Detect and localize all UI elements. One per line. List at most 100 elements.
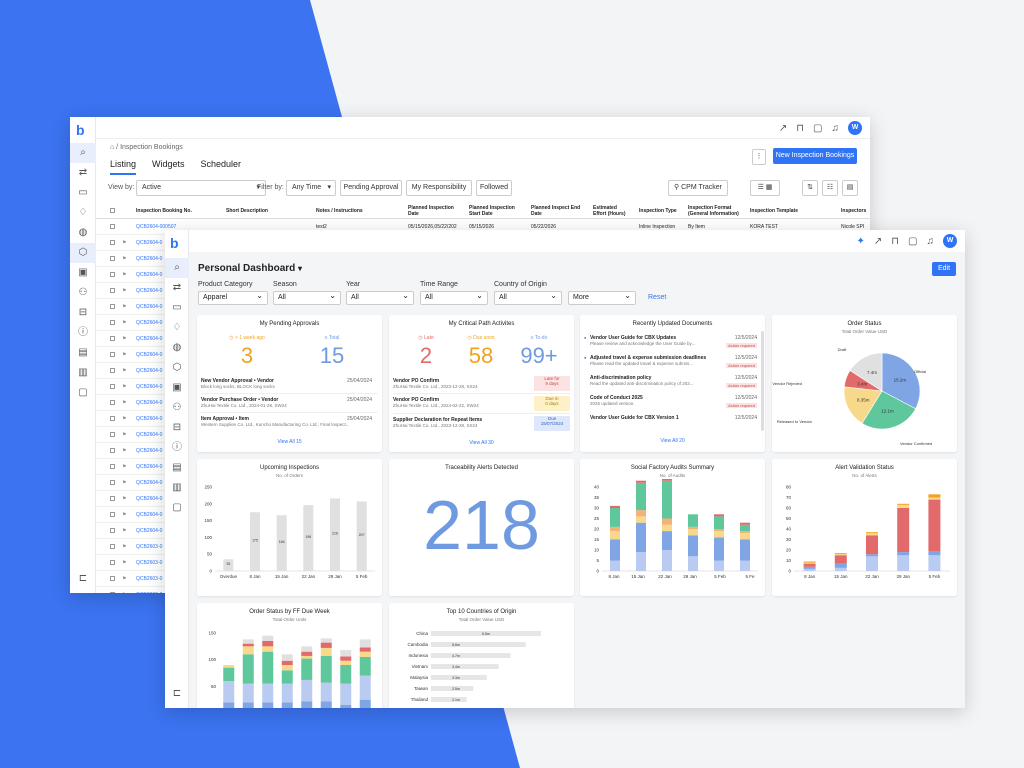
row-checkbox[interactable]: [110, 512, 115, 517]
metric-value[interactable]: 99+: [512, 343, 566, 369]
collapse-sidebar-icon[interactable]: ⊏: [165, 684, 189, 704]
col-effort[interactable]: Estimated Effort (Hours): [593, 205, 629, 217]
reset-link[interactable]: Reset: [648, 294, 666, 301]
clipboard-icon[interactable]: ▣: [165, 378, 189, 398]
info-icon[interactable]: ⓘ: [70, 323, 96, 343]
booking-no-link[interactable]: QCB2604-0: [136, 272, 162, 278]
metric-value[interactable]: 3: [217, 343, 277, 369]
row-checkbox[interactable]: [110, 240, 115, 245]
col-planned-date[interactable]: Planned Inspection Date: [408, 205, 454, 217]
external-link-icon[interactable]: ↗: [779, 123, 787, 134]
inbox-icon[interactable]: ⊟: [70, 303, 96, 323]
booking-no-link[interactable]: QCB2603-0: [136, 544, 162, 550]
monitor-icon[interactable]: ▢: [165, 498, 189, 518]
report-icon[interactable]: ▥: [165, 478, 189, 498]
stacked-bar-chart[interactable]: 0 5 10 15 20 25 30 35 40 8 Jan 15 Jan 22 Jan 29 Jan 5…: [580, 479, 765, 596]
followed-chip[interactable]: Followed: [476, 180, 512, 196]
document-item[interactable]: Code of Conduct 2025 2025 updated version…: [590, 395, 757, 408]
row-checkbox[interactable]: [110, 304, 115, 309]
flag-icon[interactable]: ⚑: [122, 320, 126, 326]
row-checkbox[interactable]: [110, 496, 115, 501]
flag-icon[interactable]: ⚑: [122, 496, 126, 502]
flag-icon[interactable]: ⚑: [122, 560, 126, 566]
row-checkbox[interactable]: [110, 416, 115, 421]
row-checkbox[interactable]: [110, 544, 115, 549]
more-filters-select[interactable]: More: [568, 290, 636, 305]
search-icon[interactable]: ⌕: [70, 143, 96, 163]
booking-no-link[interactable]: QCB2604-0: [136, 256, 162, 262]
booking-no-link[interactable]: QCB2604-0: [136, 416, 162, 422]
edit-button[interactable]: Edit: [932, 262, 956, 276]
booking-no-link[interactable]: QCB2604-0: [136, 304, 162, 310]
booking-no-link[interactable]: QCB2604-0: [136, 496, 162, 502]
folder-icon[interactable]: ▭: [70, 183, 96, 203]
row-checkbox[interactable]: [110, 448, 115, 453]
document-icon[interactable]: ▤: [165, 458, 189, 478]
time-range-select[interactable]: All: [420, 290, 488, 305]
users-icon[interactable]: ⚇: [165, 398, 189, 418]
col-format[interactable]: Inspection Format (General Information): [688, 205, 744, 217]
row-checkbox[interactable]: [110, 528, 115, 533]
tab-widgets[interactable]: Widgets: [152, 159, 185, 175]
select-all-checkbox[interactable]: [110, 208, 115, 213]
flag-icon[interactable]: ⚑: [122, 544, 126, 550]
more-menu-button[interactable]: ⋮: [752, 149, 766, 165]
row-checkbox[interactable]: [110, 480, 115, 485]
booking-no-link[interactable]: QCB2604-0: [136, 528, 162, 534]
booking-no-link[interactable]: QCB2604-0: [136, 384, 162, 390]
col-start-date[interactable]: Planned Inspection Start Date: [469, 205, 519, 217]
booking-no-link[interactable]: QCB2603-0: [136, 592, 162, 593]
booking-no-link[interactable]: QCB2604-0: [136, 240, 162, 246]
country-select[interactable]: All: [494, 290, 562, 305]
collapse-sidebar-icon[interactable]: ⊏: [70, 569, 96, 589]
my-responsibility-chip[interactable]: My Responsibility: [406, 180, 472, 196]
flag-icon[interactable]: ⚑: [122, 304, 126, 310]
booking-no-link[interactable]: QCB2603-0: [136, 560, 162, 566]
chat-icon[interactable]: ▢: [813, 123, 822, 134]
row-checkbox[interactable]: [110, 592, 115, 593]
flag-icon[interactable]: ⚑: [122, 384, 126, 390]
monitor-icon[interactable]: ▢: [70, 383, 96, 403]
new-inspection-bookings-button[interactable]: New Inspection Bookings: [773, 148, 857, 164]
flow-icon[interactable]: ⇄: [70, 163, 96, 183]
view-all-link[interactable]: View All 30: [389, 440, 574, 446]
horizontal-bar-chart[interactable]: China 6.5m Cambodia 5.6m Indonesia 4.7m Vietna…: [389, 623, 574, 708]
box-icon[interactable]: ⬡: [165, 358, 189, 378]
flag-icon[interactable]: ⚑: [122, 416, 126, 422]
flag-icon[interactable]: ⚑: [122, 368, 126, 374]
bar-chart[interactable]: 0 50 100 150 200 250 35 Overdue 175 8 Jan 166 15 Ja…: [197, 479, 382, 596]
stacked-bar-chart[interactable]: 0 10 20 30 40 50 60 70 80 8 Jan 15 Jan 22 Jan 29 Jan…: [772, 479, 957, 596]
row-checkbox[interactable]: [110, 224, 115, 229]
row-checkbox[interactable]: [110, 272, 115, 277]
row-checkbox[interactable]: [110, 368, 115, 373]
row-checkbox[interactable]: [110, 560, 115, 565]
home-icon[interactable]: ⌂: [110, 144, 114, 151]
flag-icon[interactable]: ⚑: [122, 336, 126, 342]
bell-icon[interactable]: ♫: [832, 123, 840, 134]
booking-no-link[interactable]: QCB2604-0: [136, 288, 162, 294]
booking-no-link[interactable]: QCB2604-0: [136, 512, 162, 518]
folder-icon[interactable]: ▭: [165, 298, 189, 318]
export-button[interactable]: ▤: [842, 180, 858, 196]
bookmark-icon[interactable]: ⊓: [796, 123, 804, 134]
flag-icon[interactable]: ⚑: [122, 256, 126, 262]
dashboard-title[interactable]: Personal Dashboard ▾: [198, 263, 302, 274]
flag-icon[interactable]: ⚑: [122, 352, 126, 358]
bell-icon[interactable]: ♫: [927, 236, 935, 247]
booking-no-link[interactable]: QCB2604-0: [136, 400, 162, 406]
booking-no-link[interactable]: QCB2604-0: [136, 320, 162, 326]
col-inspection-type[interactable]: Inspection Type: [639, 208, 677, 214]
avatar[interactable]: W: [848, 121, 862, 135]
external-link-icon[interactable]: ↗: [874, 236, 882, 247]
info-icon[interactable]: ⓘ: [165, 438, 189, 458]
document-item[interactable]: Anti-discrimination policy Read the updat…: [590, 375, 757, 388]
row-checkbox[interactable]: [110, 288, 115, 293]
flag-icon[interactable]: ⚑: [122, 576, 126, 582]
list-item[interactable]: Item Approval • Item Western Supplies Co.…: [201, 416, 378, 428]
metric-value[interactable]: 58: [456, 343, 506, 369]
row-checkbox[interactable]: [110, 336, 115, 341]
scrollbar[interactable]: [761, 331, 764, 431]
chat-icon[interactable]: ▢: [908, 236, 917, 247]
col-booking-no[interactable]: Inspection Booking No.: [136, 208, 192, 214]
flag-icon[interactable]: ⚑: [122, 240, 126, 246]
